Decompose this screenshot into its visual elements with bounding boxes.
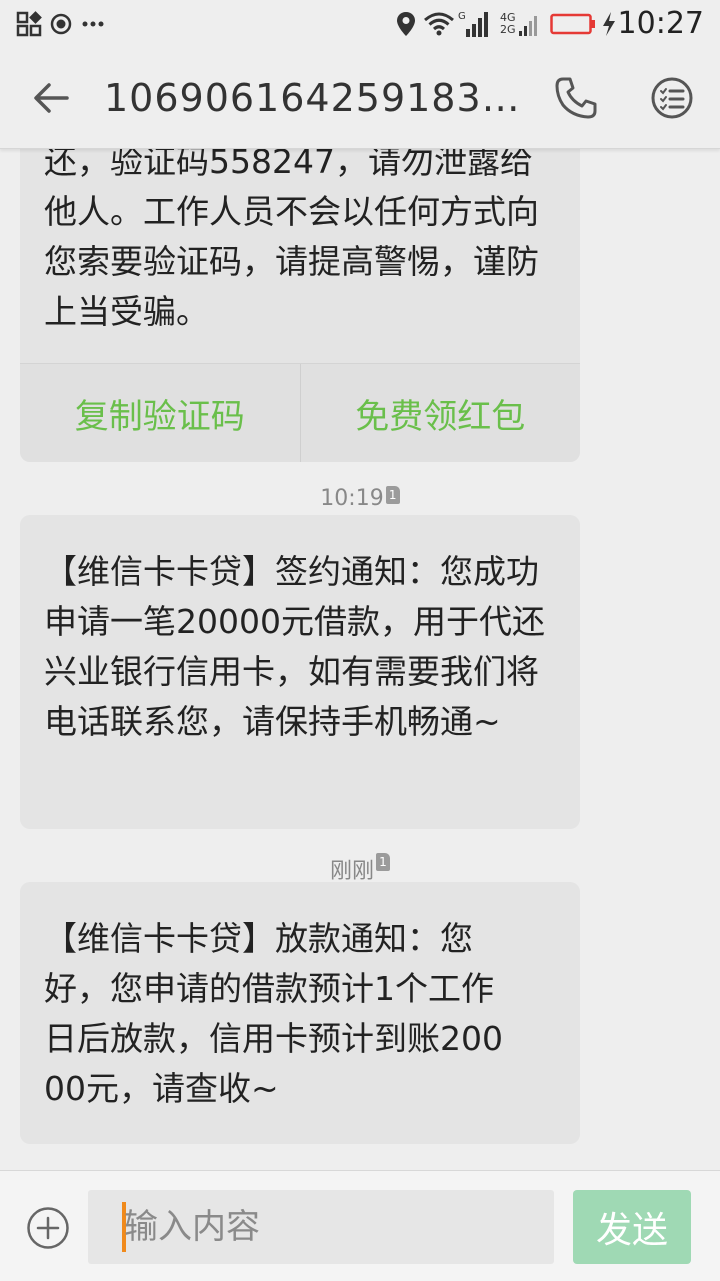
message-text: 【维信卡卡贷】签约通知：您成功申请一笔20000元借款，用于代还兴业银行信用卡，…	[44, 552, 545, 741]
clock: 10:27	[617, 6, 704, 41]
add-circle-icon[interactable]	[26, 1206, 70, 1250]
message-list[interactable]: 还，验证码558247，请勿泄露给他人。工作人员不会以任何方式向您索要验证码，请…	[0, 149, 720, 1170]
sim-card-icon: 1	[376, 853, 390, 871]
charging-icon	[601, 0, 617, 48]
message-input[interactable]: 输入内容	[88, 1190, 554, 1264]
more-dots-icon	[82, 0, 104, 48]
sender-number-title: 1069061642591832036	[104, 76, 524, 120]
wifi-icon	[424, 0, 454, 48]
sim-card-icon: 1	[385, 486, 400, 504]
location-icon	[396, 0, 416, 48]
signal-icon: G	[458, 0, 492, 48]
message-text: 【维信卡卡贷】放款通知：您好，您申请的借款预计1个工作日后放款，信用卡预计到账2…	[44, 919, 503, 1108]
phone-icon[interactable]	[552, 74, 600, 122]
message-bubble[interactable]: 【维信卡卡贷】放款通知：您好，您申请的借款预计1个工作日后放款，信用卡预计到账2…	[20, 882, 580, 1144]
message-timestamp: 10:19 1	[0, 486, 720, 511]
record-icon	[50, 0, 72, 48]
notification-grid-icon	[16, 0, 42, 48]
back-arrow-icon[interactable]	[26, 74, 76, 122]
timestamp-text: 刚刚	[329, 859, 374, 884]
network-type-icon: 4G 2G	[500, 0, 540, 48]
message-timestamp: 刚刚 1	[0, 853, 720, 885]
checklist-icon[interactable]	[648, 74, 696, 122]
free-red-packet-button[interactable]: 免费领红包	[301, 364, 581, 462]
network-label-2g: 2G	[500, 23, 516, 36]
message-input-placeholder: 输入内容	[124, 1207, 260, 1247]
battery-icon	[550, 0, 596, 48]
timestamp-text: 10:19	[320, 486, 384, 511]
conversation-header: 1069061642591832036	[0, 48, 720, 149]
message-bubble[interactable]: 还，验证码558247，请勿泄露给他人。工作人员不会以任何方式向您索要验证码，请…	[20, 149, 580, 462]
message-bubble[interactable]: 【维信卡卡贷】签约通知：您成功申请一笔20000元借款，用于代还兴业银行信用卡，…	[20, 515, 580, 829]
copy-code-button[interactable]: 复制验证码	[20, 364, 300, 462]
sim-slot-label: G	[458, 11, 466, 22]
compose-bar: 输入内容 发送	[0, 1170, 720, 1281]
message-text: 还，验证码558247，请勿泄露给他人。工作人员不会以任何方式向您索要验证码，请…	[44, 149, 539, 331]
status-bar: G 4G 2G 10:27	[0, 0, 720, 48]
send-button[interactable]: 发送	[573, 1190, 691, 1264]
message-actions: 复制验证码 免费领红包	[20, 363, 580, 462]
